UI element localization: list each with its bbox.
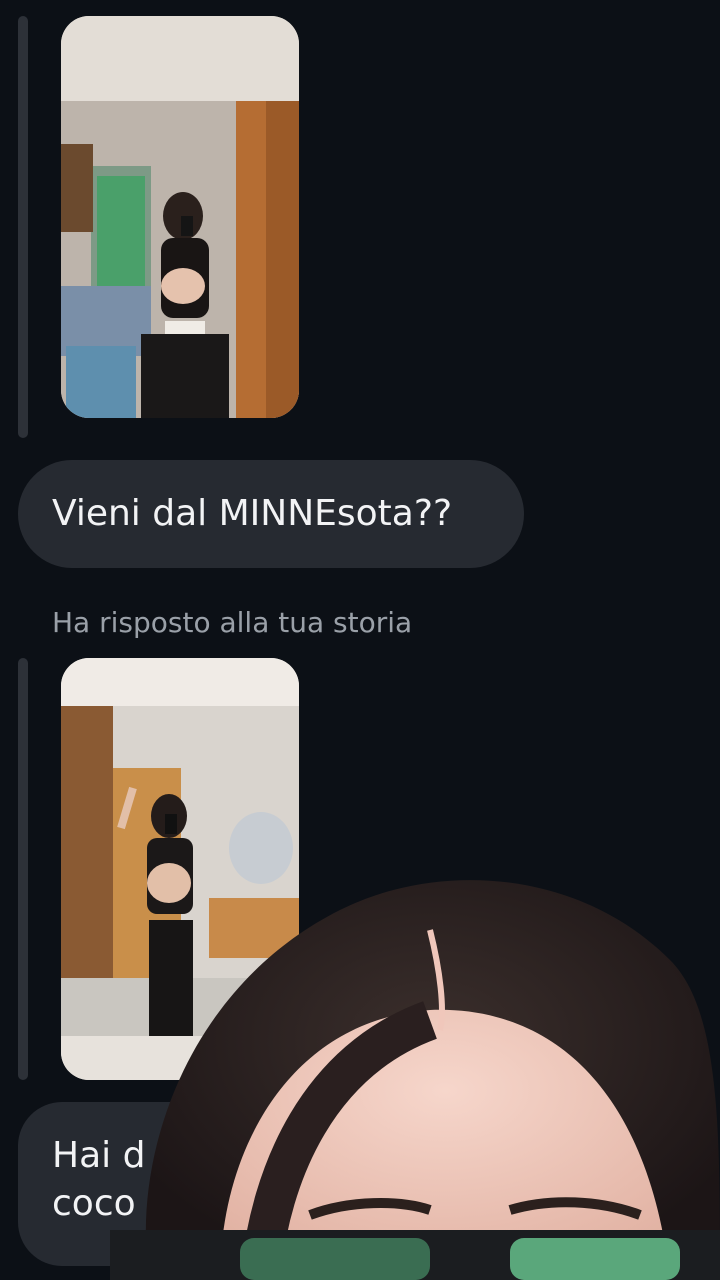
story-photo [61,16,299,418]
message-bubble[interactable]: Vieni dal MINNEsota?? [18,460,524,568]
face-camera-icon [110,880,720,1280]
face-camera-overlay [110,870,720,1280]
story-reply-bar [18,658,28,1080]
story-reply-bar [18,16,28,438]
message-text: Vieni dal MINNEsota?? [52,493,453,534]
story-reply-caption: Ha risposto alla tua storia [52,606,413,639]
story-thumbnail[interactable] [61,16,299,418]
dm-conversation: Vieni dal MINNEsota?? Ha risposto alla t… [0,0,720,1280]
